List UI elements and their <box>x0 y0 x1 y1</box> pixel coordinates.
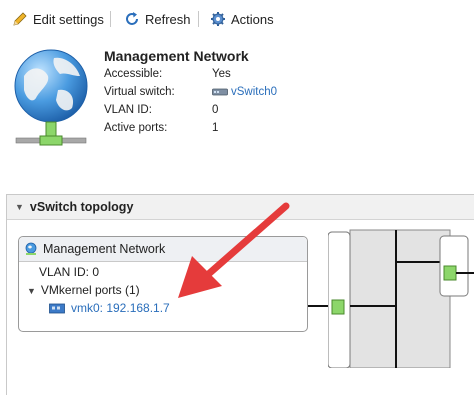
edit-settings-label: Edit settings <box>33 11 104 27</box>
virtual-switch-link[interactable]: vSwitch0 <box>231 86 277 98</box>
collapse-caret-icon[interactable]: ▼ <box>15 202 24 212</box>
network-title: Management Network <box>104 48 249 64</box>
toolbar: Edit settings Refresh Actions <box>0 6 474 32</box>
vmkernel-ports-label: VMkernel ports (1) <box>40 283 140 297</box>
network-icon <box>25 242 37 255</box>
prop-label: VLAN ID: <box>104 104 152 116</box>
arrow-annotation <box>178 202 290 298</box>
refresh-button[interactable]: Refresh <box>124 6 191 32</box>
nic-icon <box>49 303 65 313</box>
switch-diagram <box>328 229 474 368</box>
topology-header-label: vSwitch topology <box>29 200 134 214</box>
expand-caret-icon[interactable]: ▼ <box>27 286 36 296</box>
prop-label: Accessible: <box>104 68 163 80</box>
prop-label: Active ports: <box>104 122 168 134</box>
refresh-icon <box>126 12 138 25</box>
toolbar-divider <box>198 11 199 27</box>
vmk-row[interactable]: vmk0: 192.168.1.7 <box>49 301 170 315</box>
actions-label: Actions <box>231 11 274 27</box>
portgroup-vlan: VLAN ID: 0 <box>39 265 100 279</box>
prop-value: Yes <box>212 68 231 80</box>
toolbar-divider <box>110 11 111 27</box>
globe-icon <box>14 49 88 146</box>
prop-label: Virtual switch: <box>104 86 175 98</box>
pencil-icon <box>13 12 27 26</box>
edit-settings-button[interactable]: Edit settings <box>12 6 104 32</box>
prop-value: 1 <box>212 122 219 134</box>
refresh-label: Refresh <box>145 11 191 27</box>
actions-button[interactable]: Actions <box>210 6 274 32</box>
gear-icon <box>211 12 225 26</box>
switch-icon <box>212 88 228 96</box>
vmkernel-ports-row[interactable]: ▼ VMkernel ports (1) <box>27 283 140 297</box>
prop-value: vSwitch0 <box>212 86 277 98</box>
connector-line <box>306 305 328 307</box>
vmk-label: vmk0: 192.168.1.7 <box>71 301 170 315</box>
port-icon <box>331 299 345 315</box>
portgroup-name: Management Network <box>43 242 166 256</box>
prop-value: 0 <box>212 104 219 116</box>
